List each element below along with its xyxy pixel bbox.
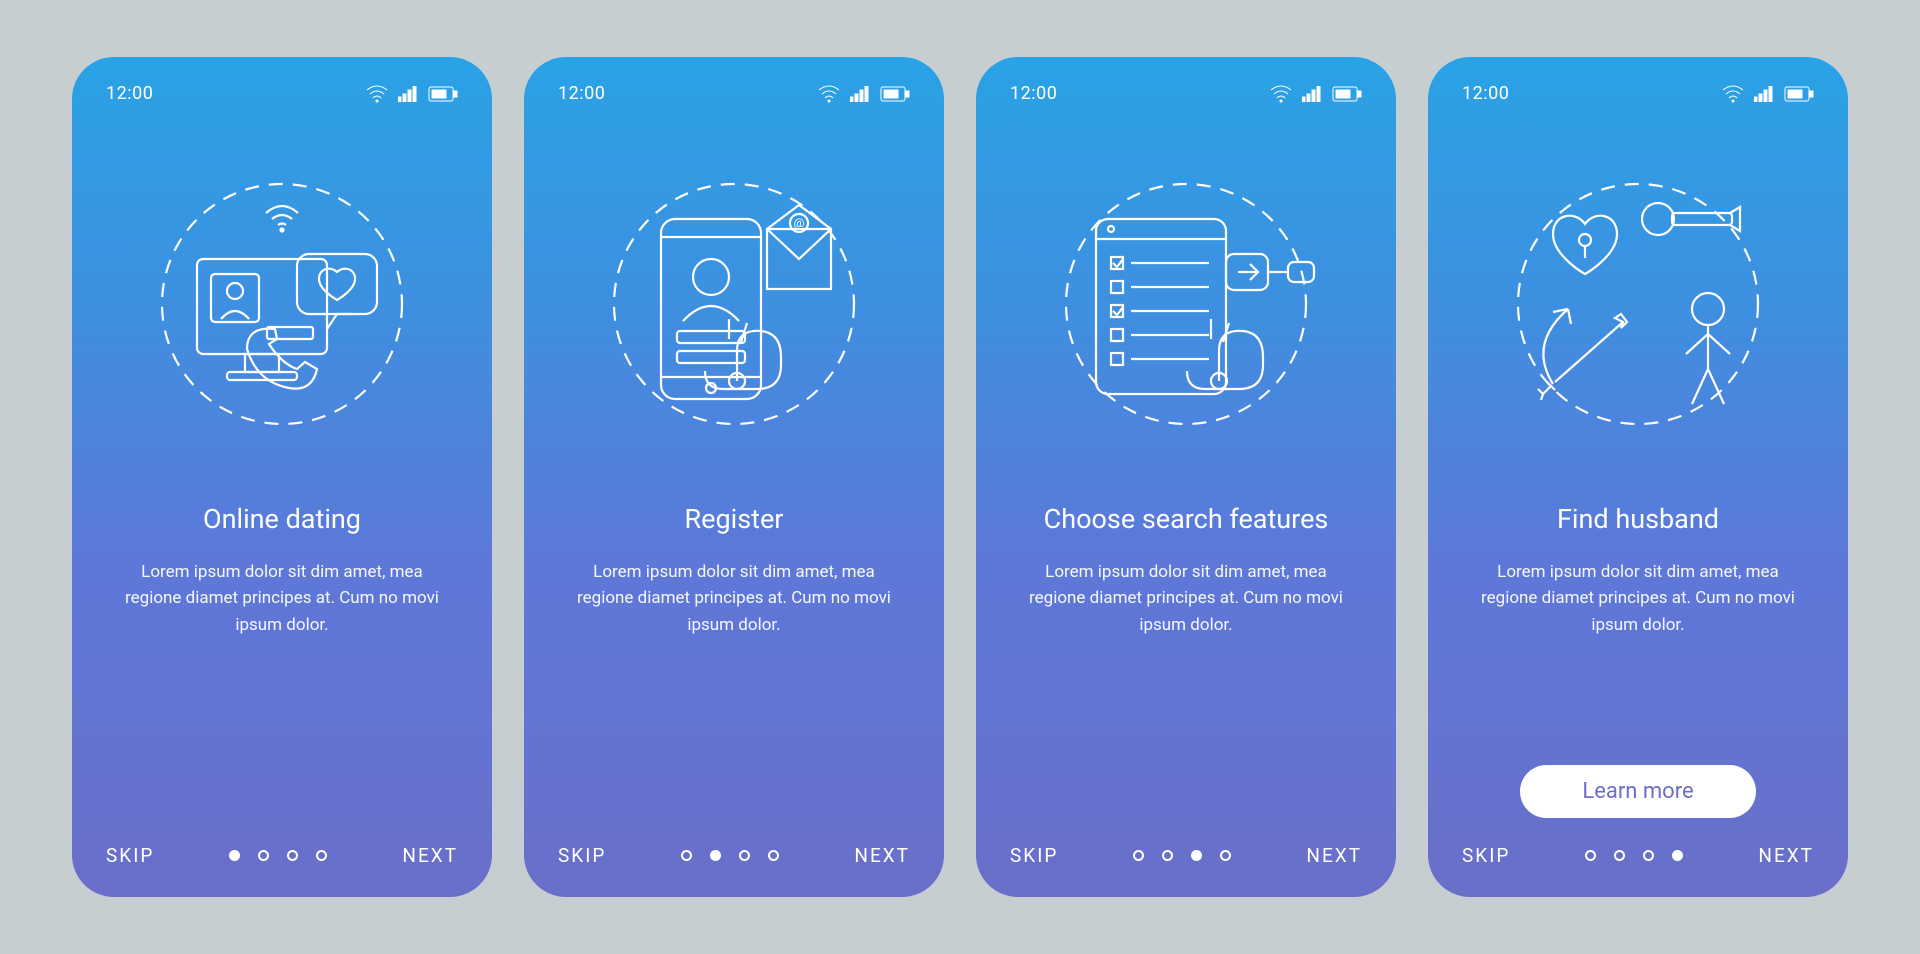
learn-more-button[interactable]: Learn more <box>1520 765 1756 818</box>
dot-2[interactable] <box>258 850 269 861</box>
footer-nav: SKIP NEXT <box>1462 844 1814 867</box>
battery-icon <box>880 86 910 102</box>
status-bar: 12:00 <box>1010 83 1362 104</box>
dot-1[interactable] <box>681 850 692 861</box>
status-icons <box>1722 85 1814 103</box>
screen-title: Register <box>558 502 910 537</box>
wifi-icon <box>1270 85 1292 103</box>
dot-2[interactable] <box>710 850 721 861</box>
dot-4[interactable] <box>1672 850 1683 861</box>
footer-nav: SKIP NEXT <box>558 844 910 867</box>
status-icons <box>366 85 458 103</box>
signal-icon <box>398 86 418 102</box>
illustration-register: @ <box>558 134 910 474</box>
onboarding-screen-3: 12:00 Choose search features Lorem ipsum… <box>976 57 1396 897</box>
screen-title: Online dating <box>106 502 458 537</box>
dot-4[interactable] <box>316 850 327 861</box>
status-time: 12:00 <box>1462 83 1509 104</box>
status-icons <box>818 85 910 103</box>
footer-nav: SKIP NEXT <box>106 844 458 867</box>
page-indicator <box>1585 850 1683 861</box>
dot-3[interactable] <box>287 850 298 861</box>
dot-3[interactable] <box>1191 850 1202 861</box>
dot-1[interactable] <box>1585 850 1596 861</box>
status-time: 12:00 <box>1010 83 1057 104</box>
status-bar: 12:00 <box>1462 83 1814 104</box>
page-indicator <box>229 850 327 861</box>
battery-icon <box>428 86 458 102</box>
next-button[interactable]: NEXT <box>402 844 458 867</box>
screen-description: Lorem ipsum dolor sit dim amet, mea regi… <box>558 559 910 638</box>
wifi-icon <box>366 85 388 103</box>
next-button[interactable]: NEXT <box>1758 844 1814 867</box>
screen-title: Choose search features <box>1010 502 1362 537</box>
status-time: 12:00 <box>106 83 153 104</box>
skip-button[interactable]: SKIP <box>558 844 606 867</box>
page-indicator <box>1133 850 1231 861</box>
status-bar: 12:00 <box>558 83 910 104</box>
dot-1[interactable] <box>229 850 240 861</box>
onboarding-screen-4: 12:00 Find husband Lorem ipsum dolor sit… <box>1428 57 1848 897</box>
screen-title: Find husband <box>1462 502 1814 537</box>
illustration-find-husband <box>1462 134 1814 474</box>
skip-button[interactable]: SKIP <box>1010 844 1058 867</box>
dot-2[interactable] <box>1162 850 1173 861</box>
onboarding-screen-1: 12:00 Online dating Lorem ipsum dolor si… <box>72 57 492 897</box>
illustration-search-features <box>1010 134 1362 474</box>
signal-icon <box>850 86 870 102</box>
footer-nav: SKIP NEXT <box>1010 844 1362 867</box>
dot-4[interactable] <box>768 850 779 861</box>
skip-button[interactable]: SKIP <box>106 844 154 867</box>
next-button[interactable]: NEXT <box>1306 844 1362 867</box>
dot-3[interactable] <box>1643 850 1654 861</box>
dot-2[interactable] <box>1614 850 1625 861</box>
screen-description: Lorem ipsum dolor sit dim amet, mea regi… <box>1462 559 1814 638</box>
illustration-online-dating <box>106 134 458 474</box>
wifi-icon <box>1722 85 1744 103</box>
screen-description: Lorem ipsum dolor sit dim amet, mea regi… <box>1010 559 1362 638</box>
status-bar: 12:00 <box>106 83 458 104</box>
signal-icon <box>1302 86 1322 102</box>
wifi-icon <box>818 85 840 103</box>
signal-icon <box>1754 86 1774 102</box>
svg-text:@: @ <box>794 216 805 230</box>
screen-description: Lorem ipsum dolor sit dim amet, mea regi… <box>106 559 458 638</box>
dot-4[interactable] <box>1220 850 1231 861</box>
dot-3[interactable] <box>739 850 750 861</box>
skip-button[interactable]: SKIP <box>1462 844 1510 867</box>
status-time: 12:00 <box>558 83 605 104</box>
page-indicator <box>681 850 779 861</box>
dot-1[interactable] <box>1133 850 1144 861</box>
onboarding-screen-2: 12:00 @ Register Lorem ipsum dolor sit d… <box>524 57 944 897</box>
battery-icon <box>1332 86 1362 102</box>
battery-icon <box>1784 86 1814 102</box>
status-icons <box>1270 85 1362 103</box>
next-button[interactable]: NEXT <box>854 844 910 867</box>
